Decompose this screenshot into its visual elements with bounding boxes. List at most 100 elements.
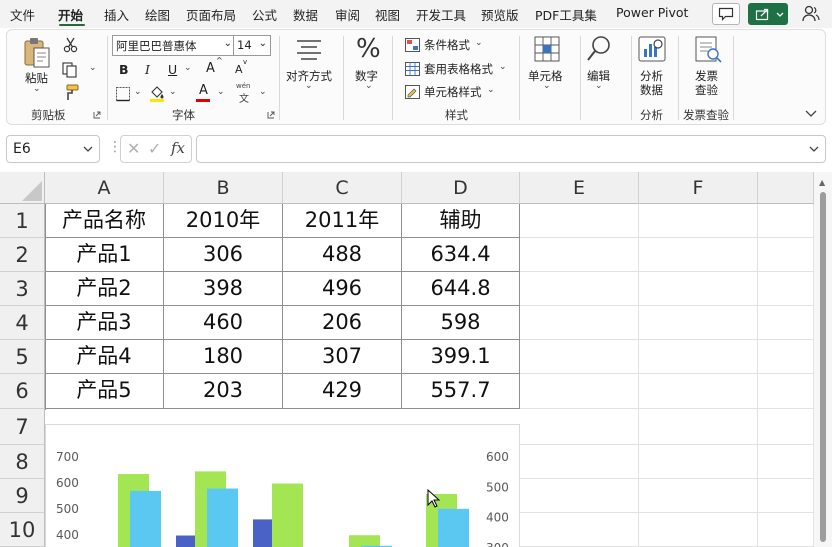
cell-a5[interactable]: 产品4	[45, 340, 164, 374]
decrease-font-button[interactable]: A	[235, 63, 243, 76]
menu-insert[interactable]: 插入	[104, 5, 129, 24]
chevron-down-icon[interactable]: ⌄	[487, 85, 495, 95]
name-box[interactable]: E6	[6, 135, 100, 163]
row-header-7[interactable]: 7	[0, 409, 45, 445]
cell-g5[interactable]	[758, 340, 814, 374]
cell-g6[interactable]	[758, 374, 814, 409]
cells-icon[interactable]	[534, 36, 560, 62]
cell-e6[interactable]	[520, 374, 639, 409]
cell-b5[interactable]: 180	[164, 340, 283, 374]
cell-e1[interactable]	[520, 204, 639, 238]
cell-g4[interactable]	[758, 306, 814, 340]
copy-dropdown-chevron[interactable]: ⌄	[89, 63, 97, 73]
phonetic-guide-button[interactable]: wén 文	[235, 82, 255, 105]
column-header-d[interactable]: D	[402, 172, 520, 204]
editing-dropdown-chevron[interactable]: ⌄	[595, 81, 603, 91]
font-size-select[interactable]: 14 ⌄	[233, 35, 271, 56]
dialog-launcher-icon[interactable]	[267, 111, 275, 119]
chevron-down-icon[interactable]	[809, 146, 819, 153]
formula-input[interactable]	[196, 135, 826, 163]
cell-f7[interactable]	[639, 409, 758, 445]
cell-b4[interactable]: 460	[164, 306, 283, 340]
cancel-icon[interactable]: ✕	[127, 139, 140, 158]
column-header-f[interactable]: F	[639, 172, 758, 204]
borders-icon[interactable]	[115, 86, 131, 102]
insert-function-icon[interactable]: fx	[171, 139, 185, 157]
cell-d6[interactable]: 557.7	[402, 374, 520, 409]
cell-b6[interactable]: 203	[164, 374, 283, 409]
search-icon[interactable]	[586, 35, 612, 63]
cell-a1[interactable]: 产品名称	[45, 204, 164, 238]
cells-dropdown-chevron[interactable]: ⌄	[543, 81, 551, 91]
column-header-c[interactable]: C	[283, 172, 402, 204]
cell-c2[interactable]: 488	[283, 238, 402, 272]
paste-dropdown-chevron[interactable]: ⌄	[33, 84, 41, 94]
cell-f9[interactable]	[639, 479, 758, 513]
cell-g1[interactable]	[758, 204, 814, 238]
menu-data[interactable]: 数据	[293, 5, 318, 24]
cell-e5[interactable]	[520, 340, 639, 374]
number-dropdown-chevron[interactable]: ⌄	[365, 81, 373, 91]
cell-d5[interactable]: 399.1	[402, 340, 520, 374]
cell-g2[interactable]	[758, 238, 814, 272]
check-icon[interactable]: ✓	[148, 139, 161, 158]
row-header-10[interactable]: 10	[0, 513, 45, 547]
row-header-4[interactable]: 4	[0, 306, 45, 340]
fill-color-dropdown-chevron[interactable]: ⌄	[169, 87, 177, 97]
column-header-b[interactable]: B	[164, 172, 283, 204]
menu-home[interactable]: 开始	[58, 5, 83, 24]
share-button[interactable]	[748, 3, 788, 25]
cell-a6[interactable]: 产品5	[45, 374, 164, 409]
row-header-3[interactable]: 3	[0, 272, 45, 306]
row-header-8[interactable]: 8	[0, 445, 45, 479]
cell-e10[interactable]	[520, 513, 639, 547]
percent-icon[interactable]: %	[356, 34, 381, 64]
cell-f8[interactable]	[639, 445, 758, 479]
table-format-icon[interactable]	[405, 62, 420, 76]
cell-c5[interactable]: 307	[283, 340, 402, 374]
scroll-up-icon[interactable]: ▲	[819, 178, 825, 187]
phonetic-dropdown-chevron[interactable]: ⌄	[259, 87, 267, 97]
cell-f4[interactable]	[639, 306, 758, 340]
people-icon[interactable]	[801, 4, 821, 24]
format-painter-icon[interactable]	[62, 84, 80, 102]
cell-g3[interactable]	[758, 272, 814, 306]
dialog-launcher-icon[interactable]	[93, 111, 101, 119]
chevron-down-icon[interactable]: ⌄	[475, 38, 483, 48]
font-name-select[interactable]: 阿里巴巴普惠体 ⌄	[112, 35, 236, 56]
underline-dropdown-chevron[interactable]: ⌄	[184, 63, 192, 73]
column-header-a[interactable]: A	[45, 172, 164, 204]
invoice-check-line2[interactable]: 查验	[695, 82, 718, 98]
row-header-1[interactable]: 1	[0, 204, 45, 238]
cell-a4[interactable]: 产品3	[45, 306, 164, 340]
bar-chart[interactable]: 700600500400300600500400300	[45, 424, 520, 547]
cell-g9[interactable]	[758, 479, 814, 513]
cell-e3[interactable]	[520, 272, 639, 306]
menu-view[interactable]: 视图	[375, 5, 400, 24]
scrollbar-thumb[interactable]	[820, 192, 826, 542]
cell-g10[interactable]	[758, 513, 814, 547]
row-header-9[interactable]: 9	[0, 479, 45, 513]
cell-a3[interactable]: 产品2	[45, 272, 164, 306]
font-color-dropdown-chevron[interactable]: ⌄	[217, 87, 225, 97]
cell-a2[interactable]: 产品1	[45, 238, 164, 272]
chart-bar[interactable]	[207, 488, 238, 547]
cell-e4[interactable]	[520, 306, 639, 340]
menu-review[interactable]: 审阅	[335, 5, 360, 24]
menu-file[interactable]: 文件	[10, 5, 35, 24]
italic-button[interactable]: I	[145, 62, 150, 77]
cell-b1[interactable]: 2010年	[164, 204, 283, 238]
cell-style-icon[interactable]	[405, 85, 420, 99]
menu-developer[interactable]: 开发工具	[416, 5, 466, 24]
chart-bar[interactable]	[349, 535, 380, 547]
copy-icon[interactable]	[62, 62, 80, 78]
underline-button[interactable]: U	[168, 62, 177, 77]
cell-c1[interactable]: 2011年	[283, 204, 402, 238]
cell-c6[interactable]: 429	[283, 374, 402, 409]
analyze-data-icon[interactable]	[637, 35, 667, 65]
menu-draw[interactable]: 绘图	[145, 5, 170, 24]
paste-button[interactable]	[21, 36, 53, 72]
cell-a7[interactable]	[45, 409, 520, 424]
alignment-icon[interactable]	[295, 38, 323, 62]
chart-bar[interactable]	[438, 508, 469, 547]
